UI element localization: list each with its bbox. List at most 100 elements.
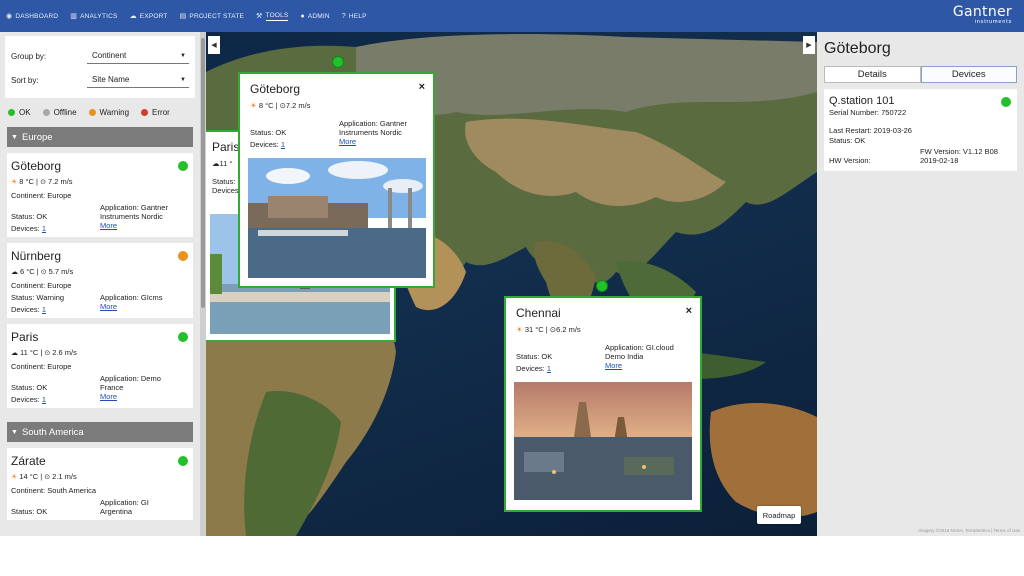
wind-icon: ⊙ [44,473,51,481]
goteborg-image [248,158,426,278]
chevron-left-icon: ◀ [211,42,217,49]
roadmap-toggle-button[interactable]: Roadmap [757,506,801,524]
weather-info: ☁ 6 °C | ⊙ 5.7 m/s [11,267,74,276]
site-card-nurnberg[interactable]: Nürnberg ☁ 6 °C | ⊙ 5.7 m/s Continent: Eur… [7,243,193,318]
triangle-down-icon: ▼ [11,133,18,141]
sort-by-select[interactable]: Site Name ▼ [87,72,189,88]
close-popup-button[interactable]: × [686,305,692,317]
popup-chennai[interactable]: × Chennai ☀ 31 °C | ⊙ 6.2 m/s Status: OK … [504,296,702,512]
dashboard-icon: ◉ [6,13,13,20]
status-dot-icon [178,161,188,171]
sun-icon: ☀ [11,473,18,481]
weather-info: ☀ 8 °C | ⊙ 7.2 m/s [11,177,73,186]
more-link[interactable]: More [339,137,356,146]
chennai-photo [514,382,692,500]
status-dot-icon [141,109,149,116]
status-dot-icon [178,251,188,261]
devices-link[interactable]: 1 [42,305,46,314]
cloud-icon: ☁ [129,13,137,20]
detail-panel: Göteborg Details Devices Q.station 101 S… [817,32,1024,536]
tab-devices[interactable]: Devices [920,66,1017,83]
detail-tabs: Details Devices [824,66,1017,83]
wind-icon: ⊙ [40,268,47,276]
cloud-icon: ☁ [212,159,220,168]
chevron-right-icon: ▶ [806,42,812,49]
status-dot-icon [178,332,188,342]
group-by-row: Group by: Continent ▼ [11,44,189,68]
sun-icon: ☀ [516,325,523,334]
caret-down-icon: ▼ [180,52,186,59]
map-copyright: Imagery ©2019 NASA, TerraMetrics | Terms… [918,528,1020,533]
wrench-icon: ⚒ [256,13,263,20]
nav-project-state[interactable]: ▤ PROJECT STATE [180,0,244,32]
triangle-down-icon: ▼ [11,428,18,436]
caret-down-icon: ▼ [180,76,186,83]
site-card-goteborg[interactable]: Göteborg ☀ 8 °C | ⊙ 7.2 m/s Continent: Eur… [7,153,193,237]
status-dot-icon [88,109,96,116]
satellite-map[interactable]: ◀ ▶ Paris ☁ 11 ° Status: Devices: × Göteb… [206,32,817,536]
chennai-image [514,382,692,500]
legend-warning: Warning [88,108,129,117]
site-list-panel: Group by: Continent ▼ Sort by: Site Name ▼… [0,32,200,536]
nav-dashboard[interactable]: ◉ DASHBOARD [6,0,58,32]
group-header-south-america[interactable]: ▼ South America [7,422,193,442]
popup-goteborg[interactable]: × Göteborg ☀ 8 °C | ⊙ 7.2 m/s Status: OK … [238,72,435,288]
map-marker-chennai[interactable] [596,280,608,292]
group-by-select[interactable]: Continent ▼ [87,48,189,64]
goteborg-photo [248,158,426,278]
sun-icon: ☀ [250,101,257,110]
scrollbar-thumb[interactable] [201,38,205,308]
landmass-africa-south [244,391,341,536]
help-icon: ? [341,12,346,20]
filter-box: Group by: Continent ▼ Sort by: Site Name ▼ [5,36,195,98]
nav-menu: ◉ DASHBOARD ▥ ANALYTICS ☁ EXPORT ▤ PROJECT S… [0,0,379,32]
devices-link[interactable]: 1 [547,364,551,373]
site-card-zarate[interactable]: Zárate ☀ 14 °C | ⊙ 2.1 m/s Continent: Sout… [7,448,193,520]
detail-title: Göteborg [824,40,891,57]
brand-logo: Gantner instruments [952,4,1012,25]
tab-details[interactable]: Details [824,66,921,83]
status-dot-icon [42,109,50,116]
chart-icon: ▥ [70,13,78,20]
nav-admin[interactable]: ● ADMIN [300,0,329,32]
more-link[interactable]: More [100,221,117,230]
nav-export[interactable]: ☁ EXPORT [130,0,168,32]
nav-tools[interactable]: ⚒ TOOLS [256,0,289,32]
map-marker-goteborg[interactable] [332,56,344,68]
site-card-paris[interactable]: Paris ☁ 11 °C | ⊙ 2.6 m/s Continent: Europ… [7,324,193,408]
devices-link[interactable]: 1 [42,395,46,404]
devices-link[interactable]: 1 [42,224,46,233]
more-link[interactable]: More [605,361,622,370]
cloud-icon: ☁ [11,349,18,357]
devices-link[interactable]: 1 [281,140,285,149]
status-legend: OK Offline Warning Error [0,98,200,123]
legend-offline: Offline [42,108,77,117]
close-popup-button[interactable]: × [419,81,425,93]
weather-info: ☀ 8 °C | ⊙ 7.2 m/s [250,101,311,110]
more-link[interactable]: More [100,302,117,311]
landmass-australia [709,402,817,518]
weather-info: ☀ 31 °C | ⊙ 6.2 m/s [516,325,581,334]
more-link[interactable]: More [100,392,117,401]
wind-icon: ⊙ [44,349,51,357]
wind-icon: ⊙ [40,178,46,186]
weather-info: ☁ 11 °C | ⊙ 2.6 m/s [11,348,77,357]
app-root: ◉ DASHBOARD ▥ ANALYTICS ☁ EXPORT ▤ PROJECT S… [0,0,1024,576]
device-card[interactable]: Q.station 101 Serial Number: 750722 Last… [824,89,1017,171]
sort-by-row: Sort by: Site Name ▼ [11,68,189,92]
user-icon: ● [300,12,305,20]
top-nav-bar: ◉ DASHBOARD ▥ ANALYTICS ☁ EXPORT ▤ PROJECT S… [0,0,1024,32]
legend-ok: OK [8,108,31,117]
legend-error: Error [141,108,170,117]
status-dot-icon [1001,97,1011,107]
status-dot-icon [178,456,188,466]
collapse-left-button[interactable]: ◀ [208,36,220,54]
list-icon: ▤ [179,13,187,20]
sun-icon: ☀ [11,178,18,186]
nav-help[interactable]: ? HELP [342,0,367,32]
collapse-right-button[interactable]: ▶ [803,36,815,54]
cloud-icon: ☁ [11,268,18,276]
nav-analytics[interactable]: ▥ ANALYTICS [70,0,117,32]
group-header-europe[interactable]: ▼ Europe [7,127,193,147]
status-dot-icon [8,109,15,116]
